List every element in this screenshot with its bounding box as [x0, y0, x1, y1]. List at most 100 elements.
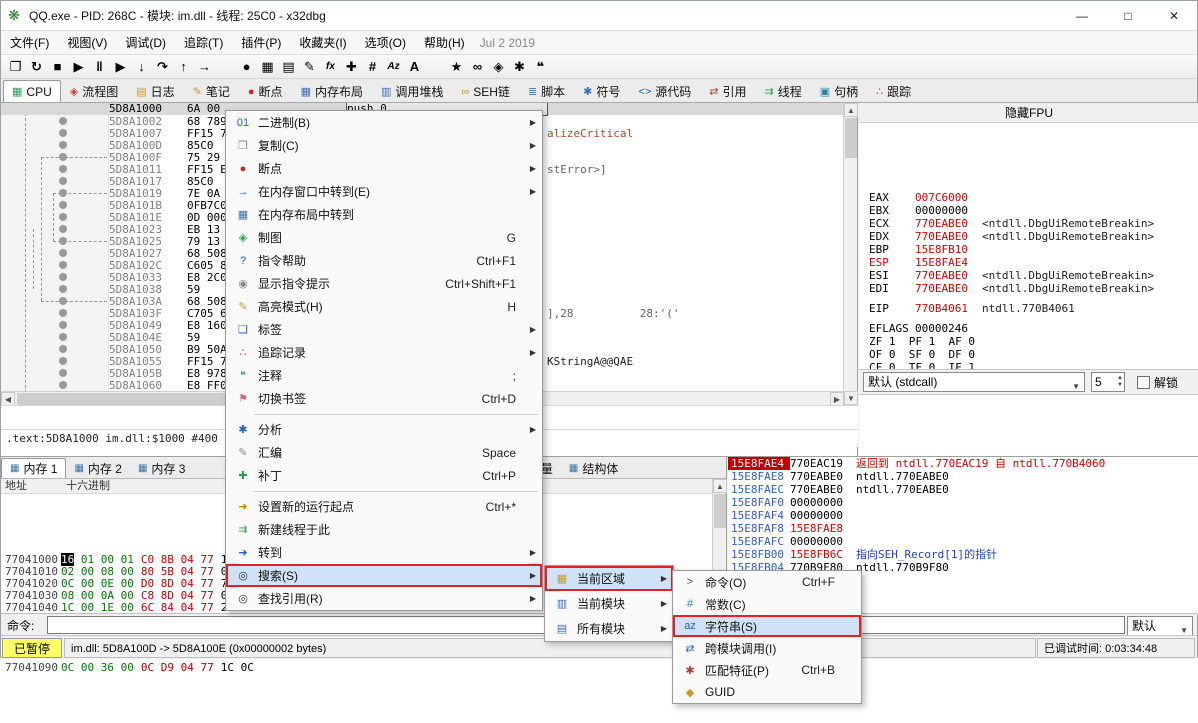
view-tab[interactable]: ≣脚本 [519, 80, 574, 102]
breakpoint-dot[interactable] [59, 189, 67, 197]
breakpoint-dot[interactable] [59, 345, 67, 353]
submenu-item[interactable]: ✱匹配特征(P)Ctrl+B [673, 659, 861, 681]
menubar-item[interactable]: 追踪(T) [175, 31, 232, 55]
view-tab[interactable]: ✱符号 [574, 80, 629, 102]
argument-count-spinner[interactable]: 5▲▼ [1091, 372, 1125, 392]
scrollbar-thumb[interactable] [714, 494, 726, 528]
minimize-button[interactable]: — [1059, 1, 1105, 31]
submenu-item[interactable]: #常数(C) [673, 593, 861, 615]
scrollbar-thumb[interactable] [845, 118, 857, 158]
submenu-item[interactable]: ⇄跨模块调用(I) [673, 637, 861, 659]
stack-row[interactable]: 15E8FAEC770EABE0ntdll.770EABE0 [728, 483, 1198, 496]
close-button[interactable]: ✕ [1151, 1, 1197, 31]
stack-row[interactable]: 15E8FAE4770EAC19返回到 ntdll.770EAC19 自 ntd… [728, 457, 1198, 470]
menubar-item[interactable]: 插件(P) [232, 31, 290, 55]
breakpoint-dot[interactable] [59, 285, 67, 293]
view-tab[interactable]: <>源代码 [629, 80, 700, 102]
register-row[interactable]: EIP770B4061ntdll.770B4061 [869, 302, 1198, 315]
breakpoint-dot[interactable] [59, 321, 67, 329]
view-tab[interactable]: ✎笔记 [184, 80, 239, 102]
context-menu-item[interactable]: ◎查找引用(R)▶ [226, 587, 542, 610]
register-row[interactable] [869, 295, 1198, 302]
context-menu-item[interactable]: ●断点▶ [226, 157, 542, 180]
unlock-checkbox[interactable] [1137, 376, 1150, 389]
dump-tab[interactable]: ▦结构体 [561, 458, 626, 478]
breakpoint-dot[interactable] [59, 273, 67, 281]
view-tab[interactable]: ⇄引用 [700, 80, 755, 102]
view-tab[interactable]: ∴跟踪 [867, 80, 920, 102]
context-menu-item[interactable]: ✱分析▶ [226, 418, 542, 441]
scroll-left-icon[interactable]: ◀ [1, 392, 15, 406]
context-menu-item[interactable]: ◈制图G [226, 226, 542, 249]
dump-tab[interactable]: ▦内存 3 [130, 458, 193, 478]
menubar-item[interactable]: 视图(V) [58, 31, 116, 55]
dump-tab[interactable]: ▦内存 2 [66, 458, 129, 478]
scroll-up-icon[interactable]: ▲ [844, 103, 858, 117]
view-tab[interactable]: ⇉线程 [756, 80, 811, 102]
dump-tab[interactable]: ▦内存 1 [1, 458, 66, 478]
disassembly-vscrollbar[interactable]: ▲ ▼ [843, 103, 857, 405]
stack-row[interactable]: 15E8FAE8770EABE0ntdll.770EABE0 [728, 470, 1198, 483]
breakpoint-dot[interactable] [59, 165, 67, 173]
registers-panel[interactable]: 隐藏FPU EAX007C6000EBX00000000ECX770EABE0<… [859, 103, 1198, 456]
menubar-item[interactable]: 文件(F) [1, 31, 58, 55]
view-tab[interactable]: ◈流程图 [61, 80, 127, 102]
view-tab[interactable]: ▦CPU [3, 80, 61, 102]
stack-row[interactable]: 15E8FAF815E8FAE8 [728, 522, 1198, 535]
stack-row[interactable]: 15E8FB0015E8FB6C指向SEH_Record[1]的指针 [728, 548, 1198, 561]
breakpoint-dot[interactable] [59, 309, 67, 317]
calling-convention-combo[interactable]: 默认 (stdcall)▼ [863, 372, 1085, 392]
breakpoint-dot[interactable] [59, 357, 67, 365]
breakpoint-dot[interactable] [59, 177, 67, 185]
breakpoint-dot[interactable] [59, 249, 67, 257]
menubar-item[interactable]: 帮助(H) [415, 31, 474, 55]
menubar-item[interactable]: 调试(D) [116, 31, 175, 55]
register-row[interactable]: ZF 1 PF 1 AF 0 [869, 335, 1198, 348]
context-menu-item[interactable]: ▦在内存布局中转到 [226, 203, 542, 226]
context-menu-item[interactable]: ❝注释; [226, 364, 542, 387]
breakpoint-dot[interactable] [59, 369, 67, 377]
context-menu-item[interactable]: ✚补丁Ctrl+P [226, 464, 542, 487]
register-row[interactable]: EFLAGS00000246 [869, 322, 1198, 335]
view-tab[interactable]: ▤日志 [127, 80, 183, 102]
context-menu-item[interactable] [226, 487, 542, 495]
context-menu-item[interactable]: ∴追踪记录▶ [226, 341, 542, 364]
submenu-item[interactable]: ▤所有模块▶ [545, 616, 673, 641]
context-menu-item[interactable]: →在内存窗口中转到(E)▶ [226, 180, 542, 203]
view-tab[interactable]: ∞SEH链 [452, 80, 519, 102]
breakpoint-dot[interactable] [59, 141, 67, 149]
context-menu-item[interactable]: ?指令帮助Ctrl+F1 [226, 249, 542, 272]
register-row[interactable]: EAX007C6000 [869, 191, 1198, 204]
context-menu-item[interactable]: ✎高亮模式(H)H [226, 295, 542, 318]
register-row[interactable]: ESI770EABE0<ntdll.DbgUiRemoteBreakin> [869, 269, 1198, 282]
stack-row[interactable]: 15E8FAFC00000000 [728, 535, 1198, 548]
stack-row[interactable]: 15E8FAF400000000 [728, 509, 1198, 522]
breakpoint-dot[interactable] [59, 237, 67, 245]
menubar-item[interactable]: 选项(O) [356, 31, 415, 55]
register-row[interactable]: EBP15E8FB10 [869, 243, 1198, 256]
register-row[interactable]: EBX00000000 [869, 204, 1198, 217]
breakpoint-dot[interactable] [59, 201, 67, 209]
submenu-item[interactable]: ▥当前模块▶ [545, 591, 673, 616]
context-menu-item[interactable]: ⇉新建线程于此 [226, 518, 542, 541]
breakpoint-dot[interactable] [59, 225, 67, 233]
menubar-item[interactable]: 收藏夹(I) [290, 31, 355, 55]
maximize-button[interactable]: □ [1105, 1, 1151, 31]
context-menu-item[interactable]: ✎汇编Space [226, 441, 542, 464]
view-tab[interactable]: ▥调用堆栈 [372, 80, 452, 102]
context-menu-item[interactable]: ⚑切换书签Ctrl+D [226, 387, 542, 410]
breakpoint-dot[interactable] [59, 213, 67, 221]
context-menu-item[interactable]: ➜转到▶ [226, 541, 542, 564]
register-row[interactable]: ESP15E8FAE4 [869, 256, 1198, 269]
register-list[interactable]: EAX007C6000EBX00000000ECX770EABE0<ntdll.… [859, 123, 1198, 369]
view-tab[interactable]: ▦内存布局 [292, 80, 372, 102]
breakpoint-dot[interactable] [59, 333, 67, 341]
context-menu-item[interactable]: ◎搜索(S)▶ [226, 564, 542, 587]
command-combo[interactable]: 默认▼ [1127, 616, 1193, 636]
context-menu-item[interactable]: ❐复制(C)▶ [226, 134, 542, 157]
view-tab[interactable]: ▣句柄 [811, 80, 867, 102]
context-menu-item[interactable]: ❏标签▶ [226, 318, 542, 341]
stack-row[interactable]: 15E8FAF000000000 [728, 496, 1198, 509]
context-menu-item[interactable]: 01二进制(B)▶ [226, 111, 542, 134]
hide-fpu-button[interactable]: 隐藏FPU [859, 103, 1198, 123]
